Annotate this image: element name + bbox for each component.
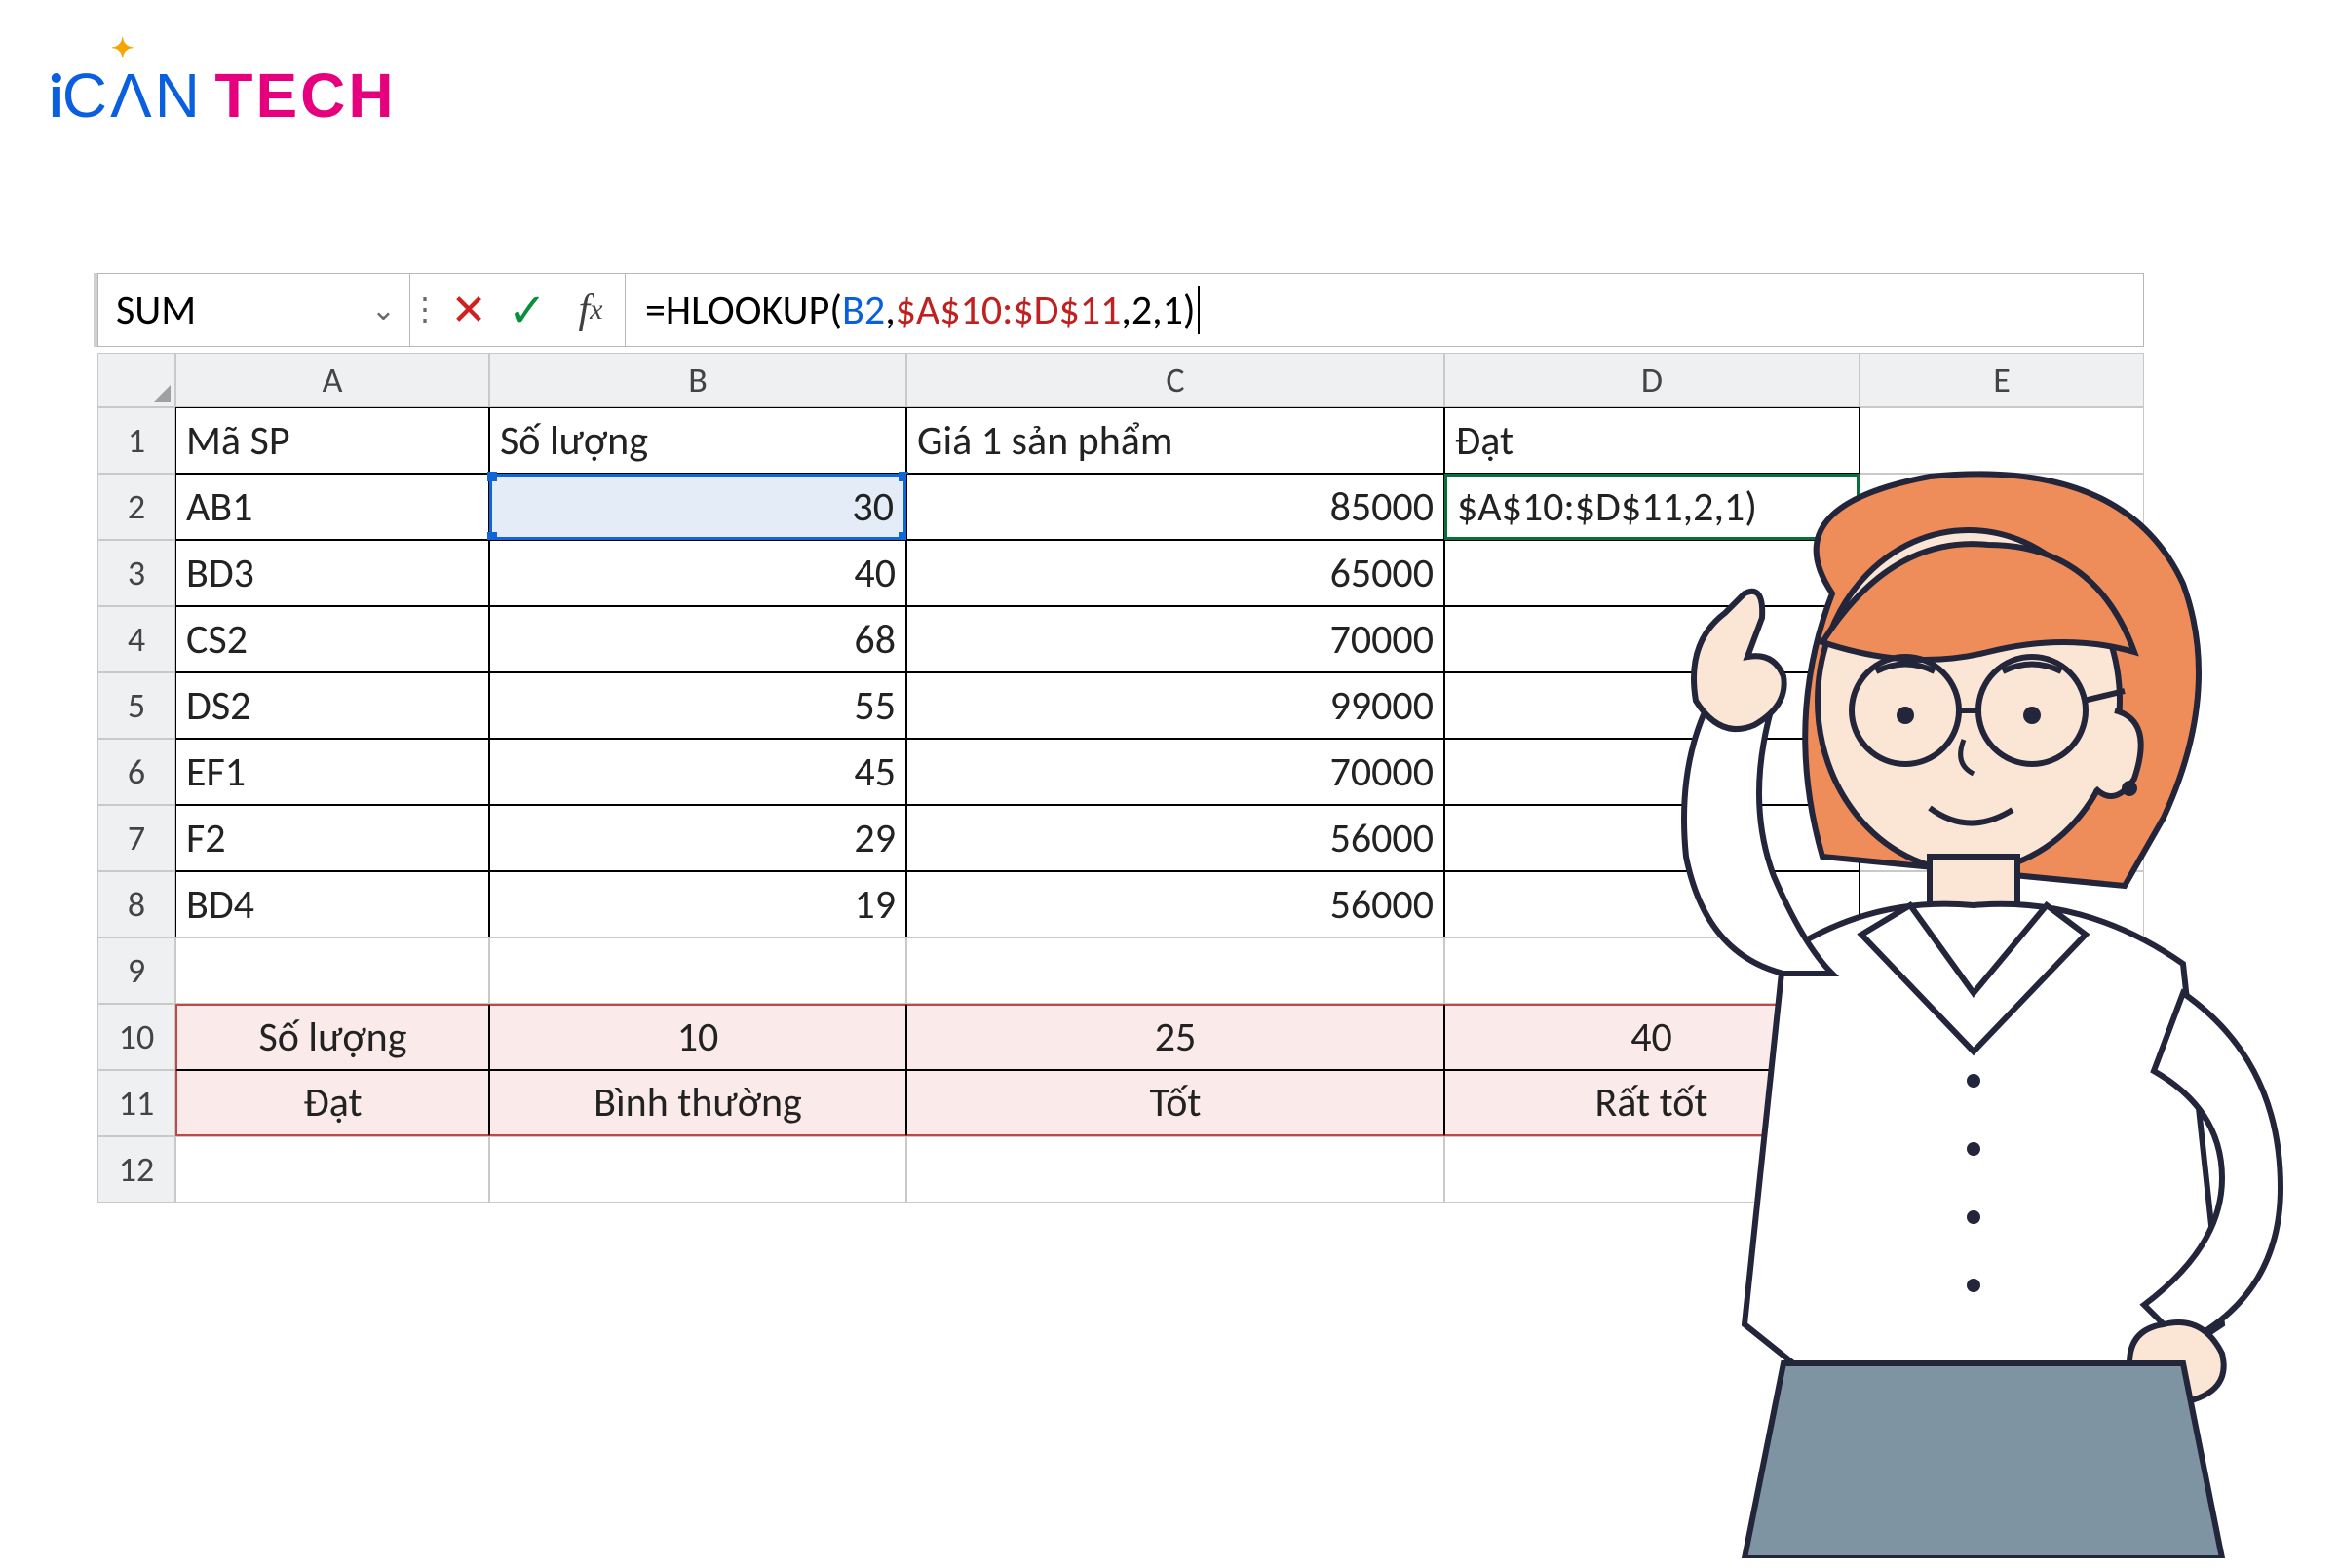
text-caret (1198, 286, 1200, 334)
col-header-e[interactable]: E (1860, 353, 2144, 407)
logo-tech: TECH (214, 60, 396, 131)
name-box[interactable]: SUM ⌄ (98, 274, 410, 346)
cell-a5[interactable]: DS2 (175, 672, 489, 739)
row-header-4[interactable]: 4 (97, 606, 175, 672)
cell-b7[interactable]: 29 (489, 805, 906, 871)
cell-c11[interactable]: Tốt (906, 1070, 1444, 1136)
row-header-6[interactable]: 6 (97, 739, 175, 805)
cell-c4[interactable]: 70000 (906, 606, 1444, 672)
formula-bar: SUM ⌄ ⋮ ✕ ✓ fx =HLOOKUP(B2,$A$10:$D$11,2… (97, 273, 2144, 347)
col-header-a[interactable]: A (175, 353, 489, 407)
row-header-5[interactable]: 5 (97, 672, 175, 739)
cell-b2[interactable]: 30 (489, 474, 906, 540)
row-header-3[interactable]: 3 (97, 540, 175, 606)
cell-a6[interactable]: EF1 (175, 739, 489, 805)
cell-a8[interactable]: BD4 (175, 871, 489, 937)
row-header-7[interactable]: 7 (97, 805, 175, 871)
cell-b6[interactable]: 45 (489, 739, 906, 805)
row-header-8[interactable]: 8 (97, 871, 175, 937)
cancel-button[interactable]: ✕ (440, 274, 498, 346)
cell-a1[interactable]: Mã SP (175, 407, 489, 474)
cell-c10[interactable]: 25 (906, 1004, 1444, 1070)
formula-bar-separator: ⋮ (410, 274, 440, 346)
row-header-1[interactable]: 1 (97, 407, 175, 474)
col-header-d[interactable]: D (1444, 353, 1860, 407)
row-header-2[interactable]: 2 (97, 474, 175, 540)
cell-b9[interactable] (489, 937, 906, 1004)
row-header-10[interactable]: 10 (97, 1004, 175, 1070)
row-header-12[interactable]: 12 (97, 1136, 175, 1203)
chevron-down-icon[interactable]: ⌄ (371, 292, 396, 328)
col-header-c[interactable]: C (906, 353, 1444, 407)
cell-b10[interactable]: 10 (489, 1004, 906, 1070)
cell-a11[interactable]: Đạt (175, 1070, 489, 1136)
cell-c3[interactable]: 65000 (906, 540, 1444, 606)
name-box-value: SUM (116, 286, 196, 335)
cell-a12[interactable] (175, 1136, 489, 1203)
cell-b2-value: 30 (852, 482, 894, 532)
lightbulb-icon: ✦ (111, 31, 132, 65)
cell-b3[interactable]: 40 (489, 540, 906, 606)
cell-c5[interactable]: 99000 (906, 672, 1444, 739)
cell-b8[interactable]: 19 (489, 871, 906, 937)
select-all-corner[interactable] (97, 353, 175, 407)
logo-can: CΛN (62, 60, 203, 131)
cell-c6[interactable]: 70000 (906, 739, 1444, 805)
logo-i: i (49, 58, 62, 134)
cell-a7[interactable]: F2 (175, 805, 489, 871)
insert-function-button[interactable]: fx (556, 274, 625, 346)
cell-a10[interactable]: Số lượng (175, 1004, 489, 1070)
row-header-11[interactable]: 11 (97, 1070, 175, 1136)
enter-button[interactable]: ✓ (498, 274, 556, 346)
cell-b5[interactable]: 55 (489, 672, 906, 739)
cell-c7[interactable]: 56000 (906, 805, 1444, 871)
cell-b11[interactable]: Bình thường (489, 1070, 906, 1136)
cell-c2[interactable]: 85000 (906, 474, 1444, 540)
cell-a3[interactable]: BD3 (175, 540, 489, 606)
cell-a2[interactable]: AB1 (175, 474, 489, 540)
cell-a9[interactable] (175, 937, 489, 1004)
formula-input[interactable]: =HLOOKUP(B2,$A$10:$D$11,2,1) (625, 274, 2143, 346)
woman-illustration (1637, 447, 2300, 1558)
brand-logo: ✦ iCΛN TECH (49, 58, 397, 134)
cell-c8[interactable]: 56000 (906, 871, 1444, 937)
cell-b4[interactable]: 68 (489, 606, 906, 672)
col-header-b[interactable]: B (489, 353, 906, 407)
cell-c1[interactable]: Giá 1 sản phẩm (906, 407, 1444, 474)
cell-a4[interactable]: CS2 (175, 606, 489, 672)
cell-c12[interactable] (906, 1136, 1444, 1203)
cell-c9[interactable] (906, 937, 1444, 1004)
formula-text: =HLOOKUP(B2,$A$10:$D$11,2,1) (645, 286, 1196, 335)
row-header-9[interactable]: 9 (97, 937, 175, 1004)
cell-b1[interactable]: Số lượng (489, 407, 906, 474)
cell-b12[interactable] (489, 1136, 906, 1203)
